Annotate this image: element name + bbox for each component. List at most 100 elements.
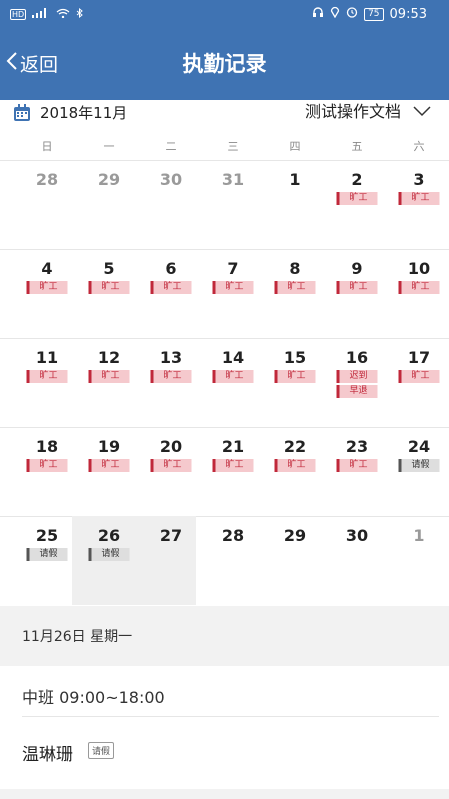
signal-icon	[32, 8, 50, 21]
day-number: 1	[413, 526, 425, 545]
chevron-left-icon	[6, 51, 20, 76]
calendar-day[interactable]: 1	[388, 516, 449, 605]
calendar-day[interactable]: 29	[78, 160, 140, 249]
day-number: 12	[97, 348, 121, 367]
calendar-day[interactable]: 16 迟到 早退	[326, 338, 388, 427]
day-number: 14	[221, 348, 245, 367]
calendar-day[interactable]: 6 旷工	[140, 249, 202, 338]
calendar-day[interactable]: 18 旷工	[16, 427, 78, 516]
day-number: 17	[407, 348, 431, 367]
shift-info: 中班 09:00~18:00	[22, 688, 165, 707]
wifi-icon	[56, 8, 70, 21]
person-name[interactable]: 温琳珊	[22, 740, 73, 765]
bottom-strip	[0, 789, 449, 799]
calendar-day[interactable]: 1	[264, 160, 326, 249]
selected-date-bar: 11月26日 星期一	[0, 606, 449, 666]
month-label[interactable]: 2018年11月	[40, 102, 127, 123]
calendar-day[interactable]: 28	[202, 516, 264, 605]
calendar-day[interactable]: 5 旷工	[78, 249, 140, 338]
weekday-label: 日	[41, 140, 53, 153]
calendar-day[interactable]: 30	[326, 516, 388, 605]
calendar-day[interactable]: 13 旷工	[140, 338, 202, 427]
day-number: 21	[221, 437, 245, 456]
day-number: 31	[221, 170, 245, 189]
back-button[interactable]: 返回	[6, 50, 58, 77]
day-number: 20	[159, 437, 183, 456]
attendance-tag: 旷工	[274, 281, 316, 294]
day-number: 29	[97, 170, 121, 189]
calendar-day[interactable]: 26 请假	[72, 516, 196, 605]
day-number: 4	[41, 259, 53, 278]
day-number: 26	[97, 526, 121, 545]
calendar-day[interactable]: 8 旷工	[264, 249, 326, 338]
calendar-day[interactable]: 27	[140, 516, 202, 605]
weekday-label: 四	[289, 140, 301, 153]
calendar-day[interactable]: 2 旷工	[326, 160, 388, 249]
day-number: 30	[345, 526, 369, 545]
attendance-tag: 迟到	[336, 370, 378, 383]
chevron-down-icon[interactable]	[413, 102, 431, 121]
day-number: 13	[159, 348, 183, 367]
day-number: 16	[345, 348, 369, 367]
calendar-day[interactable]: 30	[140, 160, 202, 249]
calendar-day[interactable]: 25 请假	[16, 516, 78, 605]
day-number: 24	[407, 437, 431, 456]
day-number: 3	[413, 170, 425, 189]
day-number: 23	[345, 437, 369, 456]
day-number: 7	[227, 259, 239, 278]
day-number: 28	[221, 526, 245, 545]
calendar-day[interactable]: 3 旷工	[388, 160, 449, 249]
nav-bar: 返回 执勤记录	[0, 30, 449, 100]
attendance-tag: 旷工	[336, 459, 378, 472]
attendance-tag: 旷工	[26, 370, 68, 383]
attendance-tag: 旷工	[150, 370, 192, 383]
calendar-day[interactable]: 29	[264, 516, 326, 605]
calendar-icon	[12, 103, 32, 127]
calendar-day[interactable]: 22 旷工	[264, 427, 326, 516]
calendar-day[interactable]: 10 旷工	[388, 249, 449, 338]
calendar-day[interactable]: 7 旷工	[202, 249, 264, 338]
calendar-day[interactable]: 15 旷工	[264, 338, 326, 427]
attendance-tag: 请假	[88, 548, 130, 561]
battery-indicator: 75	[364, 7, 384, 21]
attendance-tag: 旷工	[398, 281, 440, 294]
weekday-header: 日一二三四五六	[0, 134, 449, 160]
bluetooth-icon	[76, 7, 84, 21]
day-number: 8	[289, 259, 301, 278]
attendance-tag: 旷工	[274, 459, 316, 472]
attendance-tag: 旷工	[26, 281, 68, 294]
status-bar: HD 75 09:53	[0, 0, 449, 30]
calendar-day[interactable]: 21 旷工	[202, 427, 264, 516]
day-number: 10	[407, 259, 431, 278]
day-number: 22	[283, 437, 307, 456]
day-number: 18	[35, 437, 59, 456]
weekday-label: 二	[165, 140, 177, 153]
calendar-day[interactable]: 4 旷工	[16, 249, 78, 338]
calendar-day[interactable]: 11 旷工	[16, 338, 78, 427]
page-title: 执勤记录	[182, 52, 267, 76]
location-icon	[330, 6, 340, 22]
calendar-day[interactable]: 24 请假	[388, 427, 449, 516]
calendar-day[interactable]: 14 旷工	[202, 338, 264, 427]
person-status-tag: 请假	[88, 742, 115, 759]
document-selector[interactable]: 测试操作文档	[305, 98, 401, 122]
day-number: 5	[103, 259, 115, 278]
status-right: 75 09:53	[312, 6, 427, 22]
calendar-day[interactable]: 17 旷工	[388, 338, 449, 427]
calendar-day[interactable]: 31	[202, 160, 264, 249]
attendance-tag: 旷工	[150, 281, 192, 294]
day-number: 30	[159, 170, 183, 189]
day-number: 2	[351, 170, 363, 189]
calendar-day[interactable]: 12 旷工	[78, 338, 140, 427]
calendar-day[interactable]: 20 旷工	[140, 427, 202, 516]
calendar-day[interactable]: 23 旷工	[326, 427, 388, 516]
calendar-day[interactable]: 28	[16, 160, 78, 249]
selected-date-label: 11月26日 星期一	[22, 629, 133, 645]
day-number: 11	[35, 348, 59, 367]
calendar-day[interactable]: 9 旷工	[326, 249, 388, 338]
attendance-tag: 请假	[26, 548, 68, 561]
attendance-tag: 旷工	[398, 370, 440, 383]
alarm-icon	[346, 6, 358, 22]
day-number: 27	[159, 526, 183, 545]
calendar-day[interactable]: 19 旷工	[78, 427, 140, 516]
